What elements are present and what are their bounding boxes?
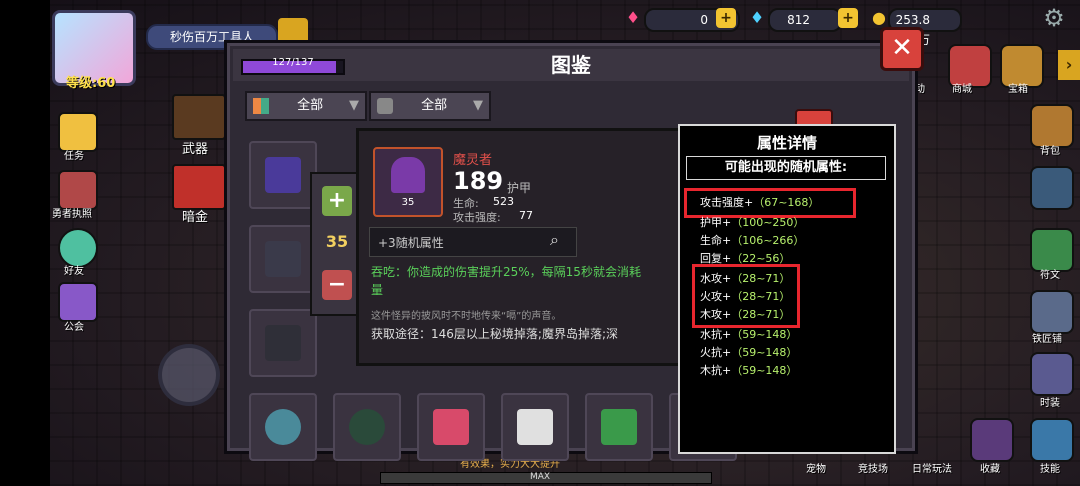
filter-dropdown-type[interactable]: 全部 ▼ bbox=[245, 91, 367, 121]
settings-gear-icon[interactable]: ⚙ bbox=[1040, 4, 1068, 32]
heart-gem-icon: ♦ bbox=[625, 8, 641, 27]
item-lore: 这件怪异的披风时不时地传来“嗝”的声音。 bbox=[371, 311, 562, 322]
collection-progress-text: 127/137 bbox=[272, 57, 314, 68]
right-menu-label-rune: 符文 bbox=[1040, 270, 1060, 281]
left-menu-label-friend: 好友 bbox=[64, 266, 84, 277]
virtual-joystick[interactable] bbox=[158, 344, 220, 406]
item-score: 189 bbox=[453, 167, 504, 195]
random-attr-button[interactable]: +3随机属性 ⌕ bbox=[369, 227, 577, 257]
item-effect: 吞吃：你造成的伤害提升25%，每隔15秒就会消耗 bbox=[371, 265, 641, 279]
close-button[interactable]: ✕ bbox=[880, 27, 924, 71]
left-menu-label-license: 勇者执照 bbox=[52, 209, 92, 220]
skill-icon[interactable] bbox=[1030, 418, 1074, 462]
codex-slot[interactable] bbox=[249, 309, 317, 377]
attack-label: 攻击强度: bbox=[453, 211, 501, 224]
right-menu-label-chest: 宝箱 bbox=[1008, 84, 1028, 95]
player-level: 等级:60 bbox=[66, 76, 116, 91]
quantity-value: 35 bbox=[325, 232, 349, 251]
attack-value: 77 bbox=[519, 209, 533, 222]
attr-line: 攻击强度+（67~168） bbox=[700, 196, 820, 209]
cloak-icon bbox=[391, 157, 425, 193]
bottom-tab-pet[interactable]: 宠物 bbox=[806, 460, 826, 475]
attribute-detail-panel: 属性详情 可能出现的随机属性: 攻击强度+（67~168） 护甲+（100~25… bbox=[678, 124, 896, 454]
item-count: 35 bbox=[401, 197, 415, 208]
bottom-tab-collection[interactable]: 收藏 bbox=[980, 460, 1000, 475]
diamonds-plus-button[interactable]: + bbox=[838, 8, 858, 28]
max-label: MAX bbox=[530, 472, 551, 482]
category-dark-gold-label: 暗金 bbox=[182, 210, 209, 225]
dark-gold-icon[interactable] bbox=[172, 164, 226, 210]
random-attr-label: +3随机属性 bbox=[378, 236, 444, 250]
item-portrait: 35 bbox=[373, 147, 443, 217]
screen-left-edge bbox=[0, 0, 50, 486]
attr-line: 水抗+（59~148） bbox=[700, 328, 798, 341]
item-detail-card: 35 魔灵者 189 护甲 生命: 523 攻击强度: 77 +3随机属性 ⌕ … bbox=[356, 128, 722, 366]
attr-line: 生命+（106~266） bbox=[700, 234, 805, 247]
left-menu-label-task: 任务 bbox=[64, 151, 84, 162]
chevron-down-icon: ▼ bbox=[473, 98, 483, 113]
bottom-tab-daily[interactable]: 日常玩法 bbox=[912, 460, 952, 475]
quantity-minus-button[interactable]: − bbox=[322, 270, 352, 300]
life-value: 523 bbox=[493, 195, 514, 208]
weapon-icon[interactable] bbox=[172, 94, 226, 140]
collection-icon[interactable] bbox=[970, 418, 1014, 462]
attr-line: 木攻+（28~71） bbox=[700, 308, 791, 321]
diamond-icon: ♦ bbox=[749, 8, 765, 27]
item-effect-continued: 量 bbox=[371, 283, 384, 297]
codex-slot[interactable] bbox=[585, 393, 653, 461]
item-source: 获取途径：146层以上秘境掉落;魔界岛掉落;深 bbox=[371, 327, 618, 341]
chevron-down-icon: ▼ bbox=[349, 98, 359, 113]
attr-line: 火抗+（59~148） bbox=[700, 346, 798, 359]
costume-icon[interactable] bbox=[1030, 352, 1074, 396]
diamonds-counter: 812 bbox=[768, 8, 842, 32]
codex-slot[interactable] bbox=[249, 141, 317, 209]
filter-monster-label: 全部 bbox=[421, 98, 448, 113]
monster-icon bbox=[377, 98, 393, 114]
guild-icon[interactable] bbox=[58, 282, 98, 322]
attr-line: 水攻+（28~71） bbox=[700, 272, 791, 285]
attribute-panel-subtitle: 可能出现的随机属性: bbox=[686, 156, 886, 180]
filter-dropdown-monster[interactable]: 全部 ▼ bbox=[369, 91, 491, 121]
dpad-icon[interactable] bbox=[1030, 166, 1074, 210]
task-icon[interactable] bbox=[58, 112, 98, 152]
attr-line: 护甲+（100~250） bbox=[700, 216, 805, 229]
codex-slot[interactable] bbox=[249, 225, 317, 293]
grid-icon bbox=[253, 98, 269, 114]
item-name: 魔灵者 bbox=[453, 153, 493, 168]
magnifier-icon: ⌕ bbox=[550, 230, 559, 249]
codex-slot[interactable] bbox=[333, 393, 401, 461]
hearts-plus-button[interactable]: + bbox=[716, 8, 736, 28]
codex-slot[interactable] bbox=[417, 393, 485, 461]
right-menu-label-costume: 时装 bbox=[1040, 398, 1060, 409]
attr-line: 火攻+（28~71） bbox=[700, 290, 791, 303]
category-weapon-label: 武器 bbox=[182, 142, 209, 157]
attr-line: 回复+（22~56） bbox=[700, 252, 791, 265]
right-menu-label-backpack: 背包 bbox=[1040, 146, 1060, 157]
right-menu-label-blacksmith: 铁匠铺 bbox=[1032, 334, 1062, 345]
codex-slot[interactable] bbox=[249, 393, 317, 461]
quantity-plus-button[interactable]: + bbox=[322, 186, 352, 216]
blacksmith-icon[interactable] bbox=[1030, 290, 1074, 334]
gold-coin-icon: ● bbox=[872, 8, 886, 27]
attr-line: 木抗+（59~148） bbox=[700, 364, 798, 377]
right-menu-label-skill: 技能 bbox=[1040, 464, 1060, 475]
codex-slot[interactable] bbox=[501, 393, 569, 461]
expand-right-arrow-icon[interactable]: › bbox=[1058, 50, 1080, 80]
attribute-panel-title: 属性详情 bbox=[756, 134, 817, 152]
left-menu-label-guild: 公会 bbox=[64, 322, 84, 333]
bottom-tab-arena[interactable]: 竞技场 bbox=[858, 460, 888, 475]
right-menu-label-shop: 商城 bbox=[952, 84, 972, 95]
license-icon[interactable] bbox=[58, 170, 98, 210]
item-type: 护甲 bbox=[507, 181, 532, 195]
filter-type-label: 全部 bbox=[297, 98, 324, 113]
